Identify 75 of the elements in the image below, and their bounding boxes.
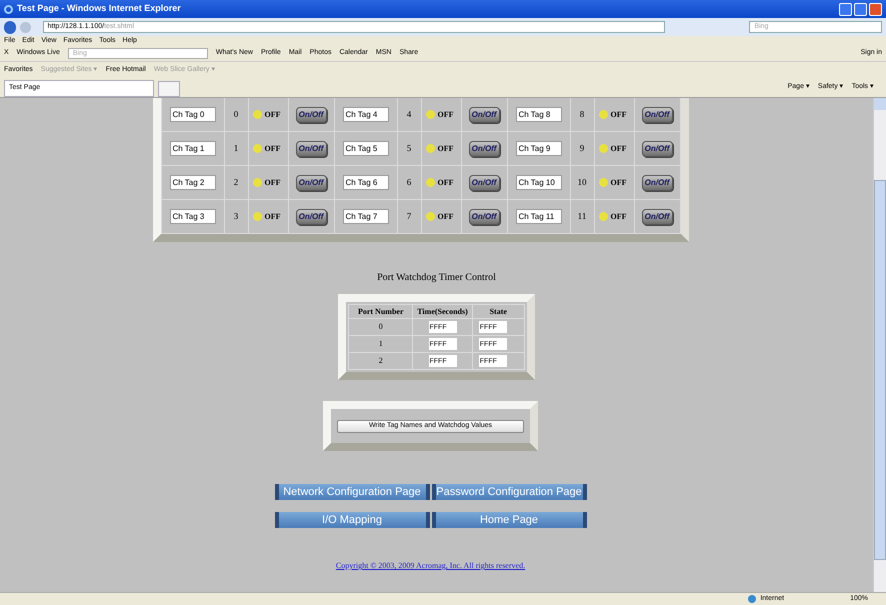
status-text: OFF (610, 142, 626, 154)
maximize-button[interactable] (854, 2, 867, 16)
on-off-button[interactable]: On/Off (296, 106, 326, 122)
on-off-button[interactable]: On/Off (642, 208, 672, 224)
window-title: Test Page - Windows Internet Explorer (17, 2, 181, 16)
column-header: Time(Seconds) (417, 306, 468, 316)
channel-number: 11 (578, 210, 586, 221)
port-number: 2 (378, 356, 383, 365)
on-off-button[interactable]: On/Off (468, 106, 500, 122)
channel-number: 7 (406, 210, 412, 221)
channel-number: 3 (234, 210, 238, 221)
column-header: Port Number (358, 306, 404, 316)
status-lamp-icon (598, 212, 608, 221)
status-text: OFF (610, 176, 626, 188)
channel-number: 10 (578, 176, 586, 187)
browser-icon (4, 4, 13, 14)
channel-number: 9 (580, 142, 584, 153)
on-off-button[interactable]: On/Off (642, 140, 672, 156)
copyright-link[interactable]: Copyright © 2003, 2009 Acromag, Inc. All rights reserved. (336, 560, 526, 572)
port-number: 1 (378, 339, 383, 348)
globe-icon (748, 595, 756, 603)
tag-name-field[interactable]: Ch Tag 10 (516, 175, 562, 190)
minimize-button[interactable] (839, 2, 852, 16)
status-lamp-icon (426, 110, 434, 119)
status-lamp-icon (598, 110, 608, 119)
on-off-button[interactable]: On/Off (468, 140, 500, 156)
tag-name-field[interactable]: Ch Tag 3 (170, 209, 216, 224)
tag-name-field[interactable]: Ch Tag 11 (516, 209, 562, 224)
tag-name-field[interactable]: Ch Tag 7 (342, 209, 388, 224)
tag-name-field[interactable]: Ch Tag 0 (170, 107, 216, 122)
status-lamp-icon (598, 144, 608, 153)
tag-name-field[interactable]: Ch Tag 1 (170, 141, 216, 156)
status-text: OFF (438, 142, 454, 154)
tag-name-field[interactable]: Ch Tag 8 (516, 107, 562, 122)
status-text: OFF (438, 176, 454, 188)
channel-number: 6 (406, 176, 412, 187)
status-lamp-icon (426, 178, 434, 187)
channel-number: 8 (580, 108, 584, 119)
status-text: OFF (264, 142, 280, 154)
on-off-button[interactable]: On/Off (642, 106, 672, 122)
status-text: OFF (264, 210, 280, 222)
status-text: OFF (610, 210, 626, 222)
back-button[interactable] (4, 20, 16, 34)
tag-name-field[interactable]: Ch Tag 5 (342, 141, 388, 156)
status-text: OFF (264, 108, 280, 120)
status-lamp-icon (252, 178, 262, 187)
channel-number: 5 (406, 142, 412, 153)
column-header: State (490, 306, 507, 316)
status-lamp-icon (252, 212, 262, 221)
tag-name-field[interactable]: Ch Tag 4 (342, 107, 388, 122)
close-button[interactable] (869, 2, 882, 16)
on-off-button[interactable]: On/Off (296, 174, 326, 190)
channel-number: 0 (234, 108, 238, 119)
status-lamp-icon (252, 144, 262, 153)
on-off-button[interactable]: On/Off (468, 174, 500, 190)
status-text: OFF (264, 176, 280, 188)
channel-number: 4 (406, 108, 412, 119)
status-text: OFF (438, 210, 454, 222)
status-lamp-icon (426, 144, 434, 153)
tag-name-field[interactable]: Ch Tag 6 (342, 175, 388, 190)
on-off-button[interactable]: On/Off (296, 140, 326, 156)
tag-name-field[interactable]: Ch Tag 9 (516, 141, 562, 156)
on-off-button[interactable]: On/Off (468, 208, 500, 224)
channel-number: 2 (234, 176, 238, 187)
on-off-button[interactable]: On/Off (642, 174, 672, 190)
status-text: OFF (438, 108, 454, 120)
tag-name-field[interactable]: Ch Tag 2 (170, 175, 216, 190)
on-off-button[interactable]: On/Off (296, 208, 326, 224)
port-number: 0 (378, 322, 383, 331)
status-lamp-icon (598, 178, 608, 187)
status-lamp-icon (252, 110, 262, 119)
section-heading: Port Watchdog Timer Control (377, 271, 496, 285)
channel-number: 1 (234, 142, 238, 153)
status-text: OFF (610, 108, 626, 120)
status-lamp-icon (426, 212, 434, 221)
